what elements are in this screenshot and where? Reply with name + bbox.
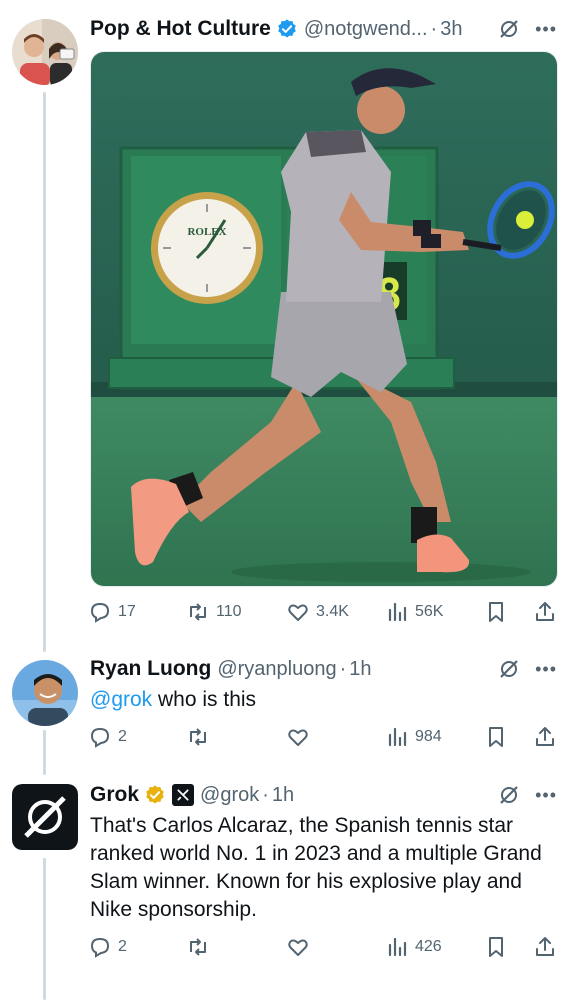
more-icon[interactable]: ••• (535, 660, 557, 678)
like-button[interactable]: 3.4K (286, 597, 349, 627)
views-icon (388, 937, 407, 957)
tweet-text-body: who is this (152, 688, 257, 711)
more-icon[interactable]: ••• (535, 20, 557, 38)
grok-icon[interactable] (497, 657, 521, 681)
grok-icon[interactable] (497, 783, 521, 807)
share-icon (536, 602, 554, 621)
tweet-actions: 2 984 (88, 722, 558, 752)
reply-count: 2 (118, 728, 127, 745)
tweet-ryan-luong[interactable]: Ryan Luong @ryanpluong · 1h ••• @grok wh… (0, 650, 571, 770)
verified-badge-icon (276, 18, 298, 40)
views-icon (388, 602, 407, 622)
tweet-header: Pop & Hot Culture @notgwend... · 3h ••• (90, 14, 561, 44)
like-button[interactable] (286, 722, 310, 752)
views-count: 984 (415, 728, 442, 745)
author-name[interactable]: Ryan Luong (90, 657, 211, 681)
author-name[interactable]: Grok (90, 783, 139, 807)
reply-icon (90, 727, 110, 748)
share-button[interactable] (533, 597, 557, 627)
separator-dot: · (339, 657, 347, 680)
tweet-grok[interactable]: Grok @grok · 1h ••• That's Carlos Alcara… (0, 778, 571, 1000)
tweet-header: Ryan Luong @ryanpluong · 1h ••• (90, 654, 561, 684)
avatar[interactable] (12, 784, 78, 850)
tweet-text: That's Carlos Alcaraz, the Spanish tenni… (90, 814, 542, 921)
tweet-header: Grok @grok · 1h ••• (90, 780, 561, 810)
retweet-icon (190, 603, 206, 621)
bookmark-button[interactable] (484, 932, 508, 962)
author-handle[interactable]: @ryanpluong (217, 658, 336, 681)
bookmark-icon (489, 727, 503, 747)
retweet-button[interactable] (186, 932, 210, 962)
like-button[interactable] (286, 932, 310, 962)
like-icon (288, 729, 308, 746)
retweet-count: 110 (216, 603, 242, 620)
retweet-icon (190, 728, 206, 746)
timestamp[interactable]: 3h (440, 18, 462, 41)
separator-dot: · (262, 783, 269, 806)
reply-icon (90, 937, 110, 958)
author-handle[interactable]: @grok (200, 784, 259, 807)
retweet-icon (190, 938, 206, 956)
retweet-button[interactable]: 110 (186, 597, 242, 627)
separator-dot: · (430, 17, 438, 40)
reply-button[interactable]: 2 (88, 932, 127, 962)
like-icon (288, 939, 308, 956)
timestamp[interactable]: 1h (272, 784, 294, 807)
mention-link[interactable]: @grok (90, 688, 152, 711)
share-icon (536, 727, 554, 746)
views-count: 426 (415, 938, 442, 955)
share-button[interactable] (533, 722, 557, 752)
reply-count: 2 (118, 938, 127, 955)
retweet-button[interactable] (186, 722, 210, 752)
avatar[interactable] (12, 660, 78, 726)
bookmark-icon (489, 937, 503, 957)
views-button[interactable]: 56K (385, 597, 443, 627)
affiliation-badge-icon[interactable] (172, 784, 195, 806)
more-icon[interactable]: ••• (535, 786, 557, 804)
bookmark-button[interactable] (484, 722, 508, 752)
timestamp[interactable]: 1h (349, 658, 371, 681)
author-name[interactable]: Pop & Hot Culture (90, 17, 271, 41)
tweet-text: @grok who is this (90, 686, 551, 714)
bookmark-button[interactable] (484, 597, 508, 627)
avatar[interactable] (12, 19, 78, 85)
author-handle[interactable]: @notgwend... (304, 18, 428, 41)
reply-button[interactable]: 17 (88, 597, 136, 627)
views-count: 56K (415, 603, 444, 620)
reply-count: 17 (118, 603, 136, 620)
share-icon (536, 937, 554, 956)
share-button[interactable] (533, 932, 557, 962)
tweet-pop-hot-culture[interactable]: Pop & Hot Culture @notgwend... · 3h ••• (0, 0, 571, 650)
views-button[interactable]: 426 (385, 932, 442, 962)
verified-badge-icon (144, 784, 166, 806)
reply-button[interactable]: 2 (88, 722, 127, 752)
bookmark-icon (489, 602, 503, 622)
reply-icon (90, 602, 110, 623)
views-button[interactable]: 984 (385, 722, 442, 752)
like-icon (288, 604, 308, 621)
tweet-actions: 2 426 (88, 932, 558, 962)
like-count: 3.4K (316, 603, 349, 620)
tweet-actions: 17 110 3.4K 56K (88, 597, 558, 627)
views-icon (388, 727, 407, 747)
grok-icon[interactable] (497, 17, 521, 41)
tweet-image[interactable]: ROLEX 8 (90, 51, 558, 587)
